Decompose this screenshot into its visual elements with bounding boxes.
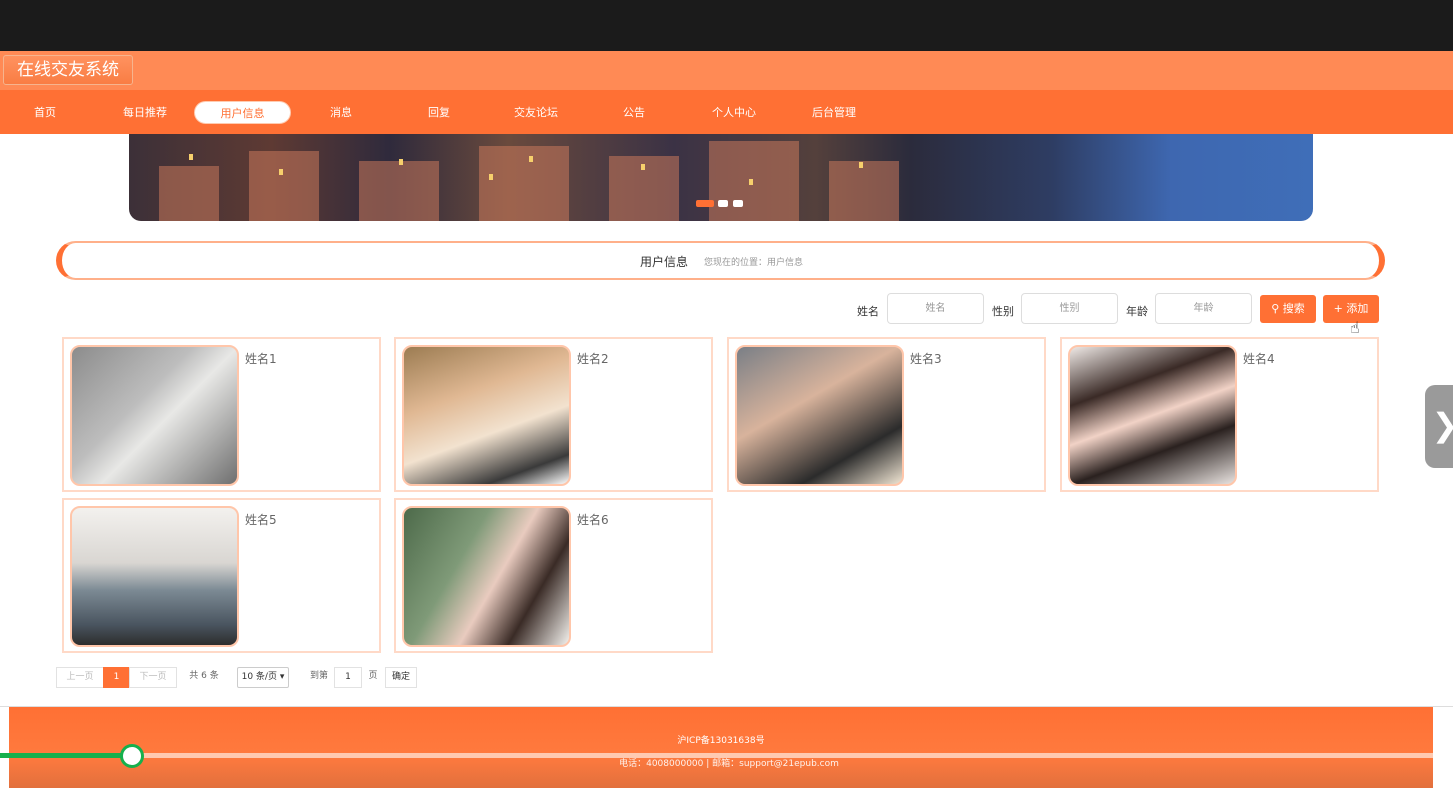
next-page-button[interactable]: 下一页: [129, 667, 177, 688]
carousel-dot-2[interactable]: [718, 200, 728, 207]
search-button[interactable]: ⚲ 搜索: [1260, 295, 1316, 323]
user-card[interactable]: 姓名2: [394, 337, 713, 492]
user-card[interactable]: 姓名4: [1060, 337, 1379, 492]
user-card[interactable]: 姓名5: [62, 498, 381, 653]
nav-replies[interactable]: 回复: [416, 101, 462, 124]
footer: 沪ICP备13031638号 电话：4008000000 | 邮箱：suppor…: [9, 707, 1433, 788]
user-name[interactable]: 姓名6: [577, 511, 609, 528]
nav-personal-center[interactable]: 个人中心: [705, 101, 763, 124]
user-photo[interactable]: [402, 506, 571, 647]
video-seek-handle[interactable]: [120, 744, 144, 768]
chevron-down-icon: ▾: [279, 672, 285, 682]
user-photo[interactable]: [1068, 345, 1237, 486]
user-card[interactable]: 姓名6: [394, 498, 713, 653]
user-photo[interactable]: [70, 345, 239, 486]
page-size-select[interactable]: 10 条/页 ▾: [237, 667, 289, 688]
search-button-label: 搜索: [1282, 302, 1305, 315]
nav-daily-recommend[interactable]: 每日推荐: [116, 101, 174, 124]
main-nav: 首页 每日推荐 用户信息 消息 回复 交友论坛 公告 个人中心 后台管理: [0, 90, 1453, 134]
user-name[interactable]: 姓名1: [245, 350, 277, 367]
site-title: 在线交友系统: [3, 55, 133, 85]
carousel-dot-1[interactable]: [696, 200, 714, 207]
gender-input[interactable]: 性别: [1021, 293, 1118, 324]
user-photo[interactable]: [70, 506, 239, 647]
nav-notices[interactable]: 公告: [611, 101, 657, 124]
top-bar: [0, 0, 1453, 51]
age-input[interactable]: 年龄: [1155, 293, 1252, 324]
nav-messages[interactable]: 消息: [318, 101, 364, 124]
page-title: 用户信息: [640, 255, 689, 269]
nav-user-info[interactable]: 用户信息: [194, 101, 291, 124]
user-photo[interactable]: [735, 345, 904, 486]
name-input[interactable]: 姓名: [887, 293, 984, 324]
goto-page-input[interactable]: 1: [334, 667, 362, 688]
nav-admin[interactable]: 后台管理: [805, 101, 863, 124]
page-suffix: 页: [368, 671, 378, 681]
add-button-label: 添加: [1346, 302, 1369, 315]
gender-label: 性别: [992, 305, 1014, 318]
user-name[interactable]: 姓名2: [577, 350, 609, 367]
prev-page-button[interactable]: 上一页: [56, 667, 104, 688]
breadcrumb-path: 您现在的位置：用户信息: [704, 258, 804, 268]
hand-cursor-icon: ☝: [1350, 318, 1360, 337]
page-size-value: 10 条/页: [241, 672, 277, 682]
nav-forum[interactable]: 交友论坛: [507, 101, 565, 124]
video-seek-track[interactable]: [0, 753, 1440, 758]
plus-icon: +: [1333, 302, 1343, 315]
page-1-button[interactable]: 1: [103, 667, 130, 688]
search-icon: ⚲: [1271, 302, 1280, 315]
banner-carousel[interactable]: [129, 134, 1313, 221]
breadcrumb: 用户信息 您现在的位置：用户信息: [56, 241, 1385, 280]
total-count: 共 6 条: [189, 671, 219, 681]
footer-icp: 沪ICP备13031638号: [677, 736, 765, 746]
user-name[interactable]: 姓名3: [910, 350, 942, 367]
video-seek-progress: [0, 753, 132, 758]
user-card[interactable]: 姓名3: [727, 337, 1046, 492]
user-name[interactable]: 姓名5: [245, 511, 277, 528]
next-arrow-icon[interactable]: ❯: [1425, 385, 1453, 468]
title-bar: [0, 51, 1453, 90]
user-photo[interactable]: [402, 345, 571, 486]
nav-home[interactable]: 首页: [22, 101, 68, 124]
goto-confirm-button[interactable]: 确定: [385, 667, 417, 688]
user-name[interactable]: 姓名4: [1243, 350, 1275, 367]
age-label: 年龄: [1126, 305, 1148, 318]
name-label: 姓名: [857, 305, 879, 318]
goto-label: 到第: [309, 671, 328, 681]
user-card[interactable]: 姓名1: [62, 337, 381, 492]
carousel-dot-3[interactable]: [733, 200, 743, 207]
